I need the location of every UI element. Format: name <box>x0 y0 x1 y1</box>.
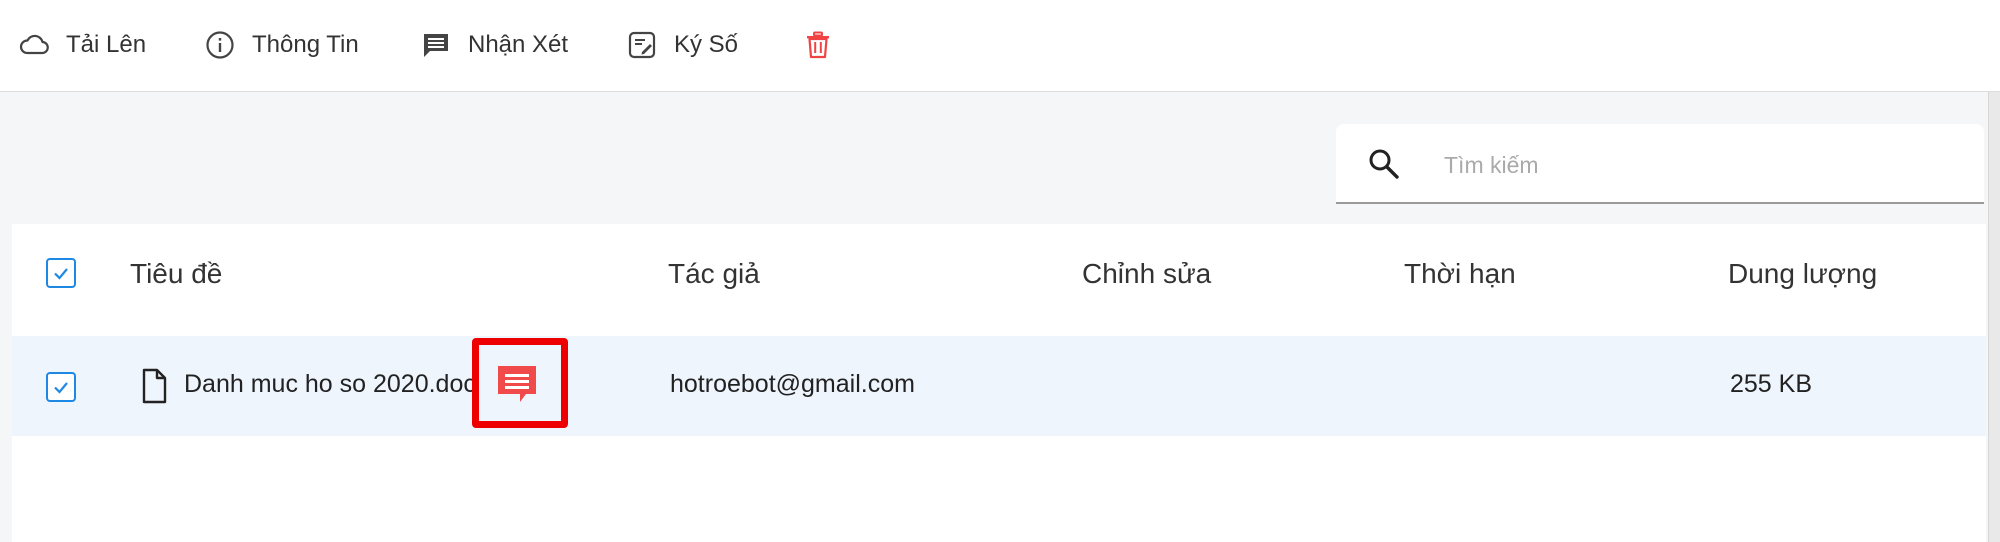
search-icon <box>1369 149 1399 179</box>
signature-icon <box>628 31 656 59</box>
toolbar: Tải Lên Thông Tin Nhận Xét Ký Số <box>0 0 2000 92</box>
cloud-icon <box>19 34 49 55</box>
column-header-author[interactable]: Tác giả <box>668 258 760 290</box>
upload-label: Tải Lên <box>66 31 147 58</box>
search-input[interactable] <box>1442 142 1946 188</box>
info-label: Thông Tin <box>252 31 359 58</box>
check-icon <box>54 382 68 394</box>
file-author: hotroebot@gmail.com <box>670 370 915 398</box>
vertical-scrollbar[interactable] <box>1988 92 2000 542</box>
file-size: 255 KB <box>1730 370 1813 398</box>
column-header-size[interactable]: Dung lượng <box>1728 258 1877 290</box>
sign-label: Ký Số <box>674 31 739 58</box>
info-icon <box>206 31 234 59</box>
info-button[interactable]: Thông Tin <box>204 26 359 64</box>
search-box <box>1336 124 1984 204</box>
file-icon <box>142 368 167 404</box>
column-header-title[interactable]: Tiêu đề <box>130 258 222 290</box>
comment-label: Nhận Xét <box>468 31 569 58</box>
table-header: Tiêu đề Tác giả Chỉnh sửa Thời hạn Dung … <box>12 224 1986 336</box>
row-checkbox[interactable] <box>46 372 76 402</box>
table-row[interactable]: Danh muc ho so 2020.doc hotroebot@gmail.… <box>12 336 1986 436</box>
upload-button[interactable]: Tải Lên <box>18 26 146 64</box>
file-table: Tiêu đề Tác giả Chỉnh sửa Thời hạn Dung … <box>12 224 1986 542</box>
digital-sign-button[interactable]: Ký Số <box>626 26 738 64</box>
trash-icon <box>807 31 829 59</box>
column-header-deadline[interactable]: Thời hạn <box>1404 258 1516 290</box>
select-all-checkbox[interactable] <box>46 258 76 288</box>
delete-button[interactable] <box>802 26 834 64</box>
comment-button[interactable]: Nhận Xét <box>420 26 568 64</box>
file-title[interactable]: Danh muc ho so 2020.doc <box>184 370 476 399</box>
comment-icon <box>424 34 448 57</box>
highlight-box <box>472 338 568 428</box>
column-header-modified[interactable]: Chỉnh sửa <box>1082 258 1211 290</box>
check-icon <box>54 268 68 280</box>
